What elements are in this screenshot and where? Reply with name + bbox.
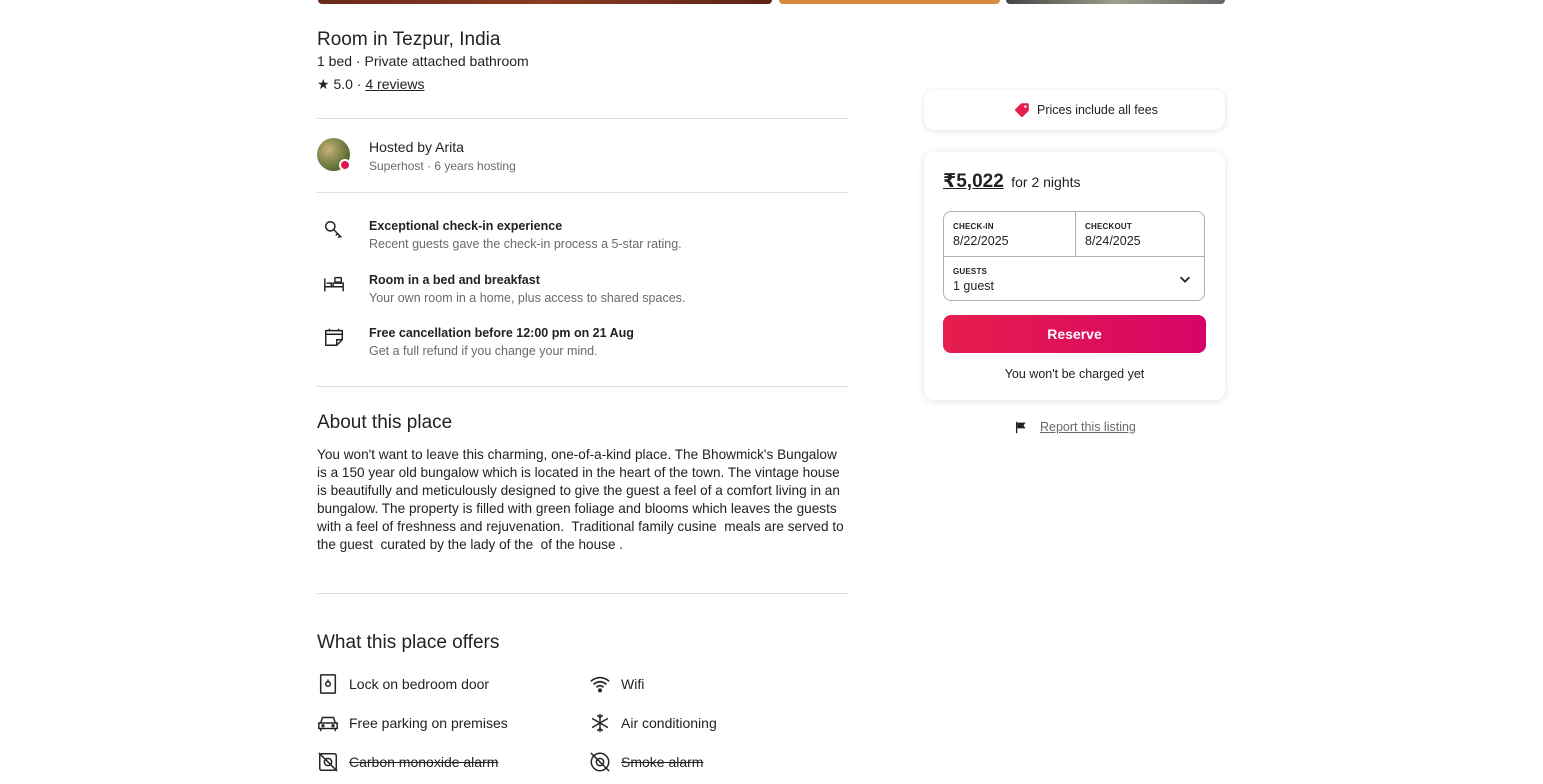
amenity-smoke-alarm: Smoke alarm: [589, 751, 849, 773]
highlight-desc: Recent guests gave the check-in process …: [369, 237, 682, 251]
checkin-value: 8/22/2025: [953, 234, 1009, 248]
amenity-parking: Free parking on premises: [317, 712, 577, 734]
co-alarm-icon: [318, 752, 338, 772]
wifi-icon: [590, 676, 610, 693]
amenity-label: Smoke alarm: [621, 754, 704, 770]
reserve-button[interactable]: Reserve: [943, 315, 1206, 353]
listing-rating: ★ 5.0 · 4 reviews: [317, 76, 425, 93]
checkout-field[interactable]: CHECKOUT 8/24/2025: [1075, 212, 1207, 257]
host-name: Hosted by Arita: [369, 139, 464, 155]
price-summary: ₹5,022 for 2 nights: [943, 170, 1081, 193]
listing-subtitle: 1 bed · Private attached bathroom: [317, 53, 529, 69]
price-suffix: for 2 nights: [1011, 174, 1081, 190]
amenity-label: Carbon monoxide alarm: [349, 754, 499, 770]
checkin-field[interactable]: CHECK-IN 8/22/2025: [944, 212, 1075, 257]
superhost-badge-icon: [339, 159, 351, 171]
highlight-room-type: Room in a bed and breakfast Your own roo…: [317, 273, 848, 313]
amenity-wifi: Wifi: [589, 673, 849, 695]
highlight-checkin: Exceptional check-in experience Recent g…: [317, 219, 848, 259]
listing-photo-3[interactable]: [1006, 0, 1225, 4]
bed-icon: [324, 276, 344, 292]
snowflake-icon: [591, 713, 609, 733]
listing-title: Room in Tezpur, India: [317, 29, 501, 50]
report-listing-link[interactable]: Report this listing: [1040, 420, 1136, 434]
guests-label: GUESTS: [953, 267, 988, 276]
chevron-down-icon[interactable]: [1178, 272, 1192, 286]
amenity-label: Air conditioning: [621, 715, 717, 731]
highlight-title: Exceptional check-in experience: [369, 219, 563, 233]
divider: [317, 593, 848, 594]
offers-heading: What this place offers: [317, 632, 500, 653]
amenity-co-alarm: Carbon monoxide alarm: [317, 751, 577, 773]
booking-card: ₹5,022 for 2 nights CHECK-IN 8/22/2025 C…: [924, 152, 1225, 400]
fees-label: Prices include all fees: [1037, 103, 1158, 117]
amenity-label: Wifi: [621, 676, 645, 692]
guests-select[interactable]: GUESTS 1 guest: [944, 257, 1204, 301]
highlight-desc: Your own room in a home, plus access to …: [369, 291, 686, 305]
highlight-desc: Get a full refund if you change your min…: [369, 344, 598, 358]
host-meta: Superhost · 6 years hosting: [369, 159, 516, 173]
smoke-alarm-icon: [590, 752, 610, 772]
rating-value: ★ 5.0 ·: [317, 76, 362, 92]
lock-icon: [319, 674, 337, 694]
amenity-lock: Lock on bedroom door: [317, 673, 577, 695]
fees-banner: Prices include all fees: [924, 90, 1225, 130]
divider: [317, 192, 848, 193]
price-tag-icon: [1014, 103, 1029, 118]
checkin-label: CHECK-IN: [953, 222, 994, 231]
about-heading: About this place: [317, 412, 453, 433]
flag-icon: [1015, 421, 1026, 434]
about-text: You won't want to leave this charming, o…: [317, 447, 848, 552]
amenity-label: Free parking on premises: [349, 715, 508, 731]
key-icon: [325, 221, 342, 239]
date-guest-picker: CHECK-IN 8/22/2025 CHECKOUT 8/24/2025 GU…: [943, 211, 1205, 301]
checkout-label: CHECKOUT: [1085, 222, 1132, 231]
listing-photo-2[interactable]: [779, 0, 1000, 4]
checkout-value: 8/24/2025: [1085, 234, 1141, 248]
charge-note: You won't be charged yet: [1004, 367, 1145, 381]
highlight-cancellation: Free cancellation before 12:00 pm on 21 …: [317, 326, 848, 366]
amenity-label: Lock on bedroom door: [349, 676, 490, 692]
guests-value: 1 guest: [953, 279, 995, 293]
divider: [317, 386, 848, 387]
reviews-link[interactable]: 4 reviews: [365, 76, 424, 92]
listing-photo-main[interactable]: [318, 0, 772, 4]
highlight-title: Room in a bed and breakfast: [369, 273, 540, 287]
car-icon: [318, 716, 338, 732]
amenity-ac: Air conditioning: [589, 712, 849, 734]
highlight-title: Free cancellation before 12:00 pm on 21 …: [369, 326, 634, 340]
divider: [317, 118, 848, 119]
price-amount[interactable]: ₹5,022: [943, 171, 1004, 192]
calendar-icon: [325, 328, 343, 346]
host-section[interactable]: Hosted by Arita Superhost · 6 years host…: [317, 138, 848, 174]
